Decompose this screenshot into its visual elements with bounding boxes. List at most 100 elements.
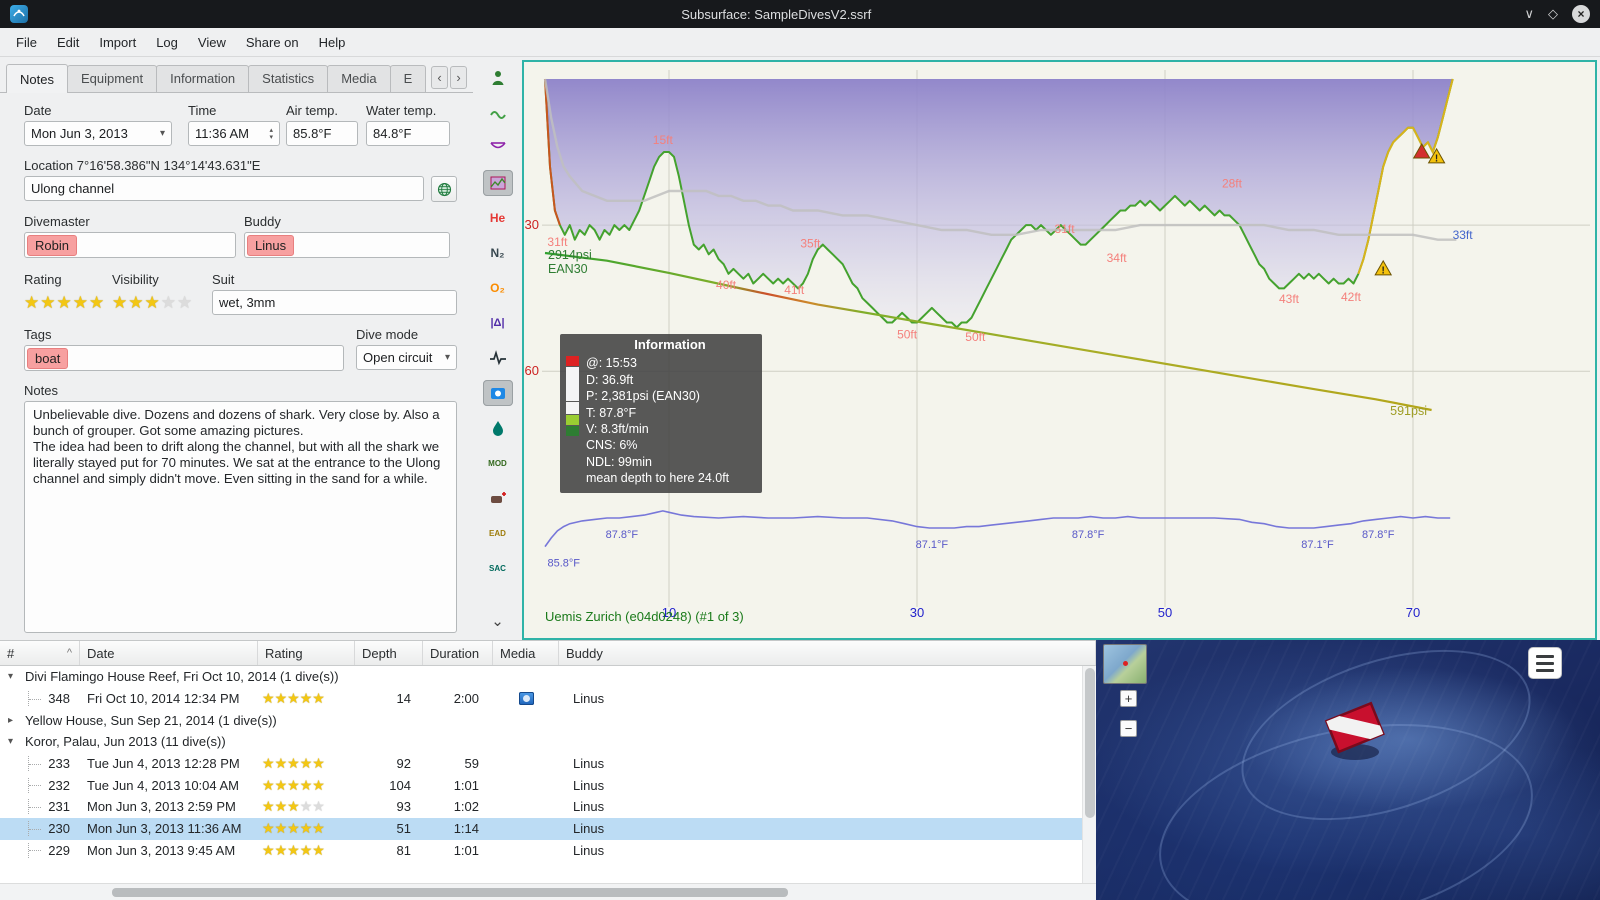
tab-information[interactable]: Information: [156, 65, 250, 92]
dive-number: 229: [48, 842, 70, 858]
menu-help[interactable]: Help: [309, 31, 356, 54]
collapse-icon[interactable]: ▾: [8, 736, 18, 747]
media-icon[interactable]: [518, 692, 534, 706]
toolbar-scroll-down-button[interactable]: ⌄: [483, 608, 513, 634]
globe-button[interactable]: [431, 176, 457, 202]
tab-e[interactable]: E: [389, 65, 427, 92]
column-header-date[interactable]: Date: [80, 641, 258, 665]
dive-computer-icon[interactable]: [483, 65, 513, 91]
helium-graph-icon[interactable]: He: [483, 205, 513, 231]
menu-file[interactable]: File: [6, 31, 47, 54]
menu-view[interactable]: View: [188, 31, 236, 54]
tissues-icon[interactable]: |Δ|: [483, 310, 513, 336]
map-menu-button[interactable]: [1528, 647, 1562, 679]
dive-row-233[interactable]: 233 Tue Jun 4, 2013 12:28 PM ★★★★★ 92 59 Linu…: [0, 753, 1082, 775]
svg-text:60: 60: [525, 363, 539, 378]
dive-row-229[interactable]: 229 Mon Jun 3, 2013 9:45 AM ★★★★★ 81 1:01 Lin…: [0, 840, 1082, 862]
menu-share-on[interactable]: Share on: [236, 31, 309, 54]
heart-rate-icon[interactable]: [483, 345, 513, 371]
scrollbar-thumb[interactable]: [112, 888, 788, 897]
dive-list-horizontal-scrollbar[interactable]: [0, 883, 1096, 900]
nitrogen-graph-icon[interactable]: N₂: [483, 240, 513, 266]
photos-icon[interactable]: [482, 380, 513, 406]
menu-log[interactable]: Log: [146, 31, 188, 54]
collapse-icon[interactable]: ▾: [8, 671, 18, 682]
tags-field[interactable]: boat: [24, 345, 344, 371]
dive-row-231[interactable]: 231 Mon Jun 3, 2013 2:59 PM ★★★★★ 93 1:02 Lin…: [0, 796, 1082, 818]
column-header-depth[interactable]: Depth: [355, 641, 423, 665]
air-temp-field[interactable]: 85.8°F: [286, 121, 358, 146]
trip-row[interactable]: ▾ Koror, Palau, Jun 2013 (11 dive(s)): [0, 731, 1082, 753]
dive-row-348[interactable]: 348 Fri Oct 10, 2014 12:34 PM ★★★★★ 14 2:00 L…: [0, 688, 1082, 710]
dive-info-panel: Notes Equipment Information Statistics Media…: [0, 57, 473, 640]
close-button[interactable]: ×: [1572, 5, 1590, 23]
time-spinbox[interactable]: 11:36 AM ▴ ▾: [188, 121, 280, 146]
column-header-media[interactable]: Media: [493, 641, 559, 665]
mod-icon[interactable]: MOD: [483, 450, 513, 476]
dc-ceiling-icon[interactable]: [483, 485, 513, 511]
rating-stars[interactable]: ★★★★★: [24, 290, 112, 315]
tab-scroll-left-icon[interactable]: ‹: [431, 66, 448, 89]
dive-flag-marker[interactable]: [1318, 698, 1392, 766]
visibility-stars[interactable]: ★★★★★: [112, 290, 212, 315]
trip-row[interactable]: ▾ Divi Flamingo House Reef, Fri Oct 10, 2…: [0, 666, 1082, 688]
divemaster-field[interactable]: Robin: [24, 232, 236, 258]
suit-field[interactable]: wet, 3mm: [212, 290, 457, 315]
tag-chip[interactable]: boat: [27, 347, 69, 369]
tab-scroll-right-icon[interactable]: ›: [450, 66, 467, 89]
star-1[interactable]: ★: [24, 293, 40, 312]
star-5[interactable]: ★: [177, 293, 193, 312]
tab-media[interactable]: Media: [327, 65, 391, 92]
star-2[interactable]: ★: [128, 293, 144, 312]
dive-row-232[interactable]: 232 Tue Jun 4, 2013 10:04 AM ★★★★★ 104 1:01 L…: [0, 774, 1082, 796]
sac-icon[interactable]: SAC: [483, 555, 513, 581]
dive-list-header[interactable]: # ^ Date Rating Depth Duration Media Buddy: [0, 641, 1096, 666]
divemaster-tag[interactable]: Robin: [27, 234, 77, 256]
info-row: NDL: 99min: [586, 454, 652, 469]
dive-row-230[interactable]: 230 Mon Jun 3, 2013 11:36 AM ★★★★★ 51 1:14 Li…: [0, 817, 1082, 840]
star-5[interactable]: ★: [89, 293, 105, 312]
spin-arrows-icon[interactable]: ▴ ▾: [269, 127, 273, 141]
notes-textarea[interactable]: Unbelievable dive. Dozens and dozens of …: [24, 401, 457, 633]
svg-text:41ft: 41ft: [784, 283, 805, 297]
star-3[interactable]: ★: [57, 293, 73, 312]
buddy-tag[interactable]: Linus: [247, 234, 295, 256]
map-zoom-out-button[interactable]: −: [1120, 720, 1137, 737]
column-header-num[interactable]: # ^: [0, 641, 80, 665]
scrollbar-thumb[interactable]: [1085, 668, 1095, 818]
star-1[interactable]: ★: [112, 293, 128, 312]
date-combobox[interactable]: Mon Jun 3, 2013 ▾: [24, 121, 172, 146]
dive-list-vertical-scrollbar[interactable]: [1082, 666, 1096, 883]
swimmer-icon[interactable]: [483, 100, 513, 126]
menu-edit[interactable]: Edit: [47, 31, 89, 54]
dive-site-map[interactable]: + −: [1096, 640, 1600, 900]
buddy-field[interactable]: Linus: [244, 232, 450, 258]
tab-statistics[interactable]: Statistics: [248, 65, 329, 92]
trip-row[interactable]: ▸ Yellow House, Sun Sep 21, 2014 (1 dive(…: [0, 709, 1082, 731]
star-4[interactable]: ★: [73, 293, 89, 312]
minimize-button[interactable]: ∨: [1524, 5, 1534, 23]
dive-profile-panel[interactable]: 10 30 50 70 30 60 15ft 28ft 31ft 35ft 40ft 41ft 31ft…: [522, 60, 1597, 640]
minimap-inset[interactable]: [1103, 644, 1147, 684]
star-4[interactable]: ★: [161, 293, 177, 312]
oxygen-graph-icon[interactable]: O₂: [483, 275, 513, 301]
tab-equipment[interactable]: Equipment: [66, 65, 158, 92]
tab-notes[interactable]: Notes: [6, 64, 68, 93]
location-field[interactable]: Ulong channel: [24, 176, 424, 201]
profile-scale-icon[interactable]: [482, 170, 513, 196]
calculated-ceiling-icon[interactable]: [483, 135, 513, 161]
map-zoom-in-button[interactable]: +: [1120, 690, 1137, 707]
column-header-buddy[interactable]: Buddy: [559, 641, 1096, 665]
column-header-rating[interactable]: Rating: [258, 641, 355, 665]
maximize-button[interactable]: ◇: [1548, 5, 1558, 23]
star-2[interactable]: ★: [40, 293, 56, 312]
expand-icon[interactable]: ▸: [8, 715, 18, 726]
title-bar[interactable]: Subsurface: SampleDivesV2.ssrf ∨ ◇ ×: [0, 0, 1600, 28]
menu-import[interactable]: Import: [89, 31, 146, 54]
star-3[interactable]: ★: [145, 293, 161, 312]
column-header-duration[interactable]: Duration: [423, 641, 493, 665]
water-temp-field[interactable]: 84.8°F: [366, 121, 450, 146]
dive-mode-combobox[interactable]: Open circuit ▾: [356, 345, 457, 370]
ead-icon[interactable]: EAD: [483, 520, 513, 546]
gas-change-icon[interactable]: [483, 415, 513, 441]
